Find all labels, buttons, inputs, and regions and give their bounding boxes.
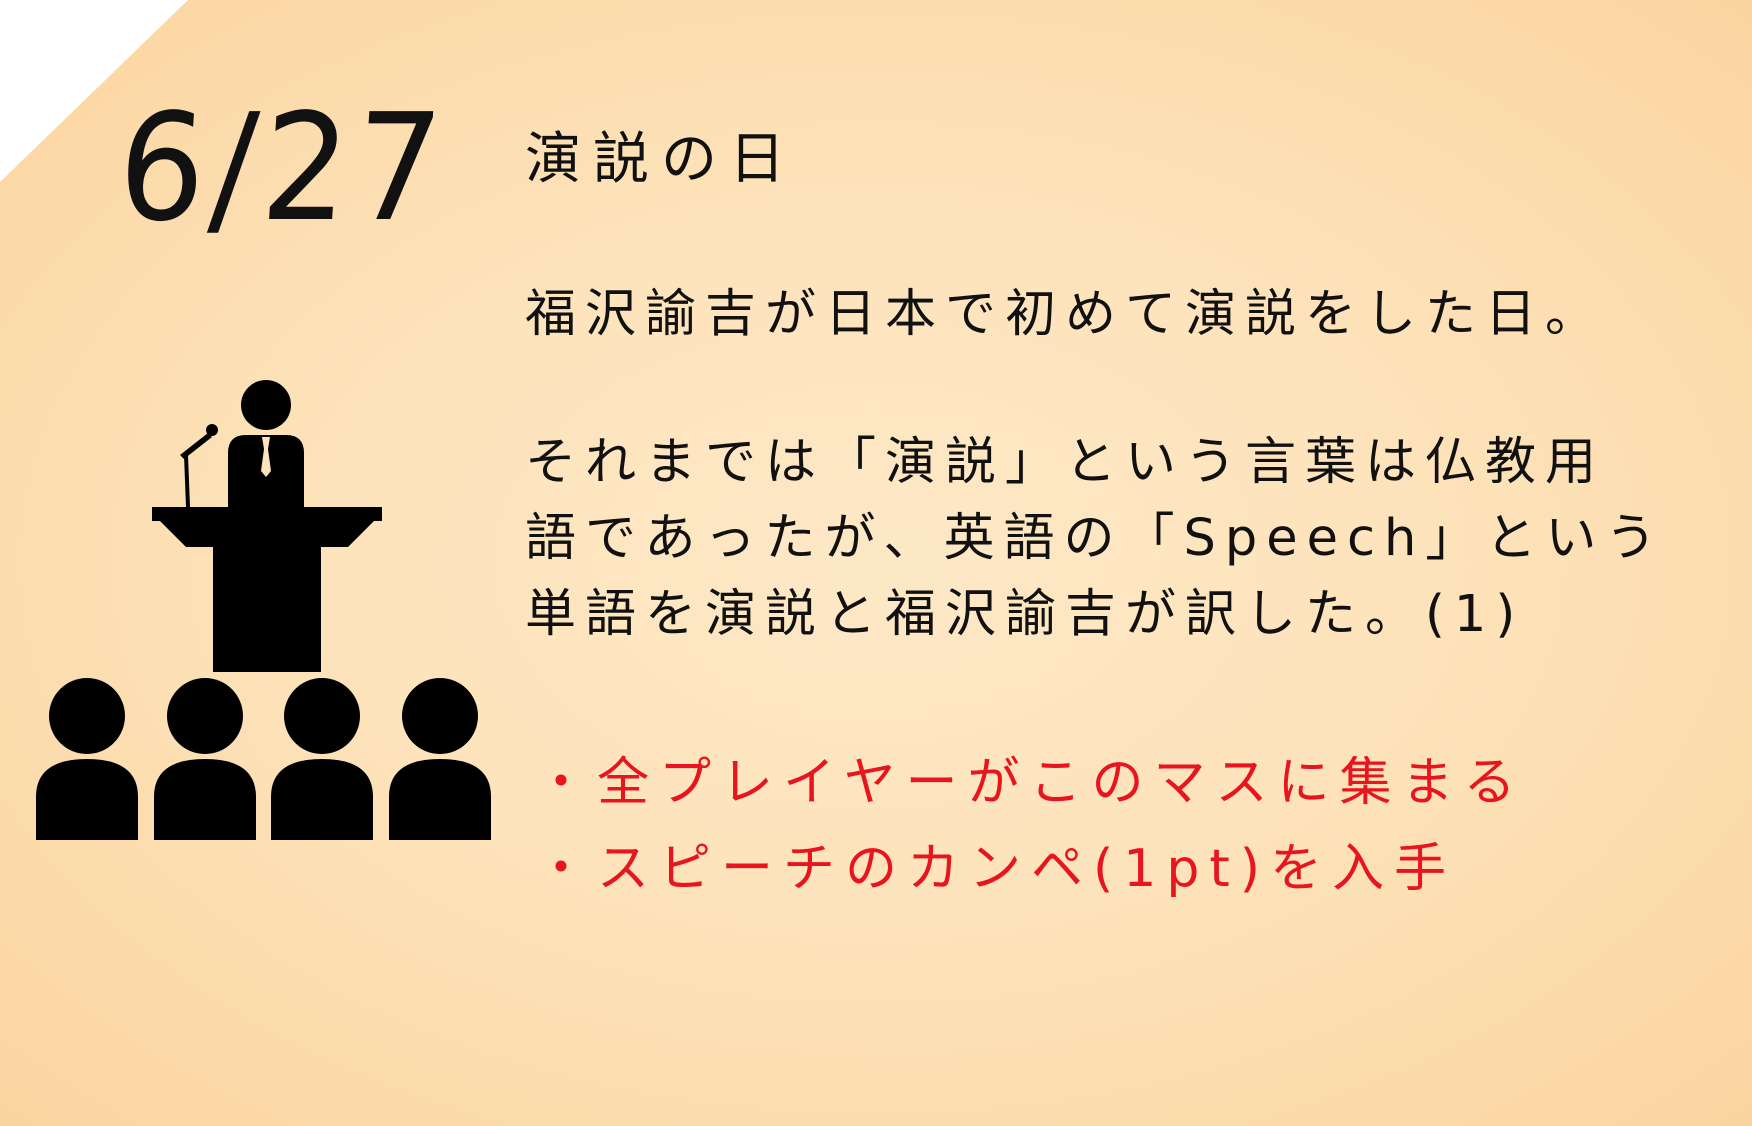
description-paragraph: それまでは「演説」という言葉は仏教用 語であったが、英語の「Speech」という… [525,424,1665,652]
description-paragraph-line: 語であったが、英語の「Speech」という [525,509,1666,568]
rule-item: ・スピーチのカンペ(1pt)を入手 [535,839,1457,899]
description-paragraph-line: それまでは「演説」という言葉は仏教用 [525,433,1606,492]
event-title: 演説の日 [525,127,797,192]
description-line1: 福沢諭吉が日本で初めて演説をした日。 [525,285,1606,344]
description-paragraph-line: 単語を演説と福沢諭吉が訳した。(1) [525,585,1525,644]
rule-item: ・全プレイヤーがこのマスに集まる [535,753,1526,813]
rules-list: ・全プレイヤーがこのマスに集まる ・スピーチのカンペ(1pt)を入手 [535,740,1525,912]
date-label: 6/27 [113,82,453,254]
speaker-at-podium-with-audience-icon [36,380,491,840]
